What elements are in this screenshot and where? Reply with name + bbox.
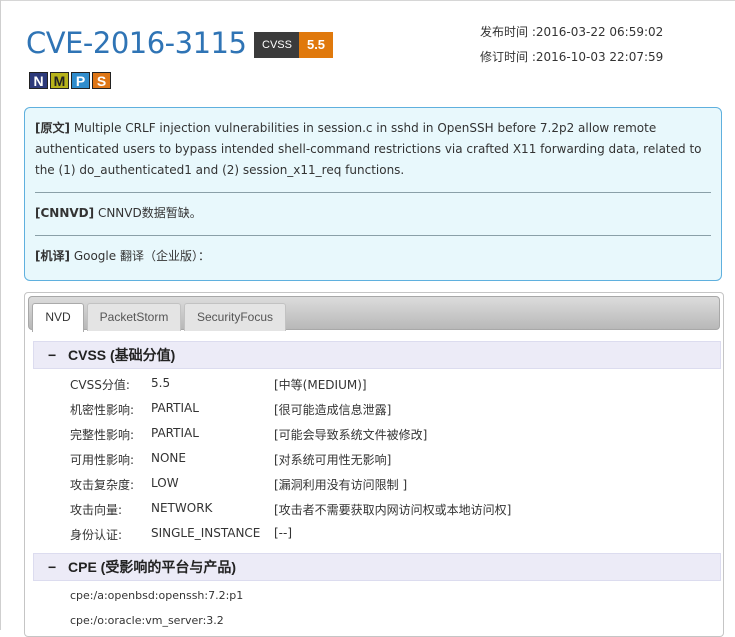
metric-desc: [漏洞利用没有访问限制 ] (274, 478, 408, 492)
metric-desc: [很可能造成信息泄露] (274, 403, 392, 417)
tab-packetstorm[interactable]: PacketStorm (87, 303, 181, 331)
divider (35, 235, 711, 236)
mt-label: [机译] (35, 249, 70, 263)
divider (35, 192, 711, 193)
cvss-section-header[interactable]: − CVSS (基础分值) (33, 341, 721, 369)
metric-value: NONE (151, 451, 186, 465)
window-top-border (0, 0, 735, 1)
window-left-border (0, 0, 1, 630)
date-info: 发布时间 :2016-03-22 06:59:02 修订时间 :2016-10-… (480, 22, 663, 72)
metric-key: 可用性影响: (70, 453, 135, 467)
tab-securityfocus[interactable]: SecurityFocus (184, 303, 286, 331)
tag-n[interactable]: N (29, 72, 48, 89)
metric-value: SINGLE_INSTANCE (151, 526, 261, 540)
metric-key: CVSS分值: (70, 378, 130, 392)
metric-desc: [可能会导致系统文件被修改] (274, 428, 428, 442)
details-panel: NVD PacketStorm SecurityFocus − CVSS (基础分… (24, 292, 724, 637)
description-box: [原文] Multiple CRLF injection vulnerabili… (24, 107, 722, 281)
collapse-icon[interactable]: − (48, 342, 68, 369)
original-label: [原文] (35, 121, 70, 135)
cvss-badge-score: 5.5 (298, 32, 334, 58)
metric-key: 攻击复杂度: (70, 478, 135, 492)
published-date: 发布时间 :2016-03-22 06:59:02 (480, 25, 664, 39)
cnnvd-description: [CNNVD] CNNVD数据暂缺。 (35, 203, 711, 224)
metric-desc: [攻击者不需要获取内网访问权或本地访问权] (274, 503, 512, 517)
original-description: [原文] Multiple CRLF injection vulnerabili… (35, 118, 711, 181)
metric-key: 身份认证: (70, 528, 123, 542)
metric-value: NETWORK (151, 501, 213, 515)
metric-value: PARTIAL (151, 401, 199, 415)
metric-desc: [中等(MEDIUM)] (274, 378, 367, 392)
cvss-section-title: CVSS (基础分值) (68, 347, 176, 363)
metric-key: 完整性影响: (70, 428, 135, 442)
source-tags: N M P S (29, 72, 111, 89)
metric-value: 5.5 (151, 376, 171, 390)
cnnvd-text: CNNVD数据暂缺。 (97, 206, 202, 220)
metric-key: 攻击向量: (70, 503, 123, 517)
modified-date: 修订时间 :2016-10-03 22:07:59 (480, 50, 664, 64)
tag-s[interactable]: S (92, 72, 111, 89)
cvss-badge: CVSS 5.5 (254, 32, 334, 58)
collapse-icon[interactable]: − (48, 554, 68, 581)
metric-desc: [--] (274, 526, 293, 540)
mt-text: Google 翻译（企业版）： (73, 249, 210, 263)
tag-m[interactable]: M (50, 72, 69, 89)
cpe-item[interactable]: cpe:/a:openbsd:openssh:7.2:p1 (70, 589, 243, 602)
original-text: Multiple CRLF injection vulnerabilities … (35, 121, 702, 177)
cve-title: CVE-2016-3115 (26, 26, 247, 60)
tab-bar: NVD PacketStorm SecurityFocus (28, 296, 720, 332)
metric-value: LOW (151, 476, 179, 490)
tab-nvd[interactable]: NVD (32, 303, 84, 332)
cpe-section-header[interactable]: − CPE (受影响的平台与产品) (33, 553, 721, 581)
cpe-section-title: CPE (受影响的平台与产品) (68, 559, 236, 575)
cpe-item[interactable]: cpe:/o:oracle:vm_server:3.2 (70, 614, 224, 627)
cnnvd-label: [CNNVD] (35, 206, 95, 220)
metric-desc: [对系统可用性无影响] (274, 453, 392, 467)
tag-p[interactable]: P (71, 72, 90, 89)
machine-translation: [机译] Google 翻译（企业版）： (35, 246, 711, 267)
metric-key: 机密性影响: (70, 403, 135, 417)
cvss-badge-label: CVSS (254, 32, 299, 58)
metric-value: PARTIAL (151, 426, 199, 440)
